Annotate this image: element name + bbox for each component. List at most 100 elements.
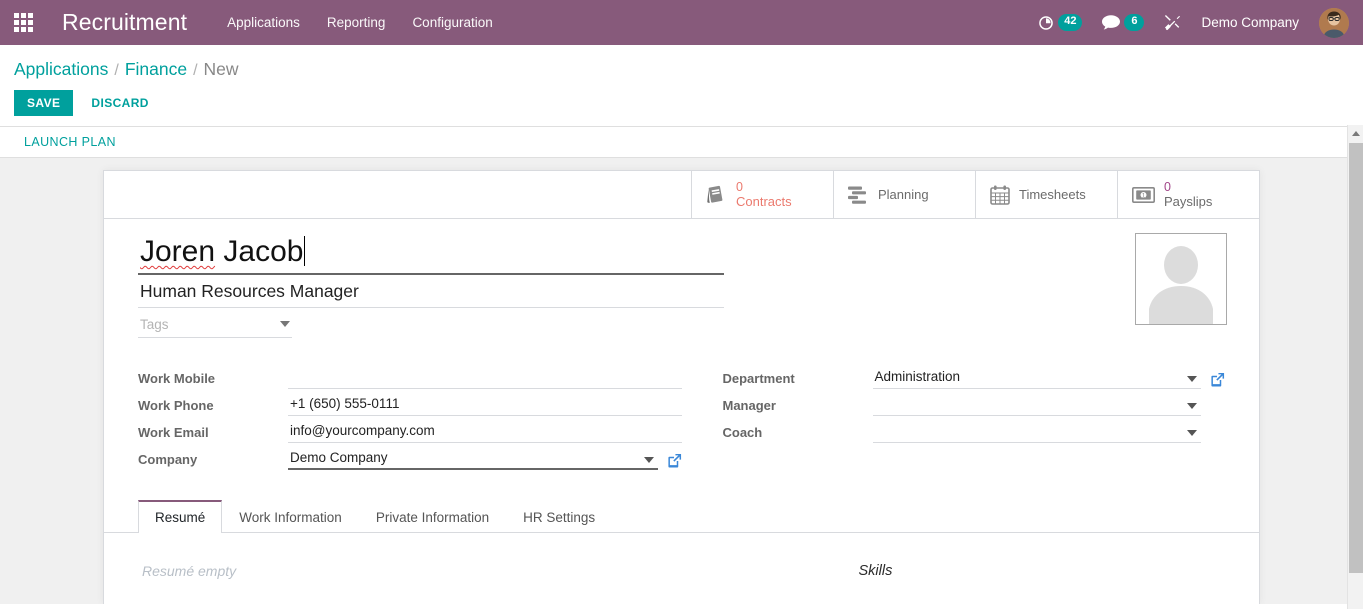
- field-manager: Manager: [723, 389, 1226, 416]
- grid-apps-icon: [13, 13, 33, 32]
- field-work-phone: Work Phone +1 (650) 555-0111: [138, 389, 682, 416]
- scrollbar-track[interactable]: [1347, 125, 1363, 609]
- tags-input[interactable]: Tags: [138, 311, 292, 338]
- breadcrumb-separator-1: /: [114, 62, 119, 79]
- resume-empty-text: Resumé empty: [142, 562, 237, 579]
- debug-menu[interactable]: [1164, 14, 1181, 31]
- chevron-up-icon: [1351, 130, 1360, 136]
- job-title-input[interactable]: Human Resources Manager: [138, 275, 724, 308]
- field-column-left: Work Mobile Work Phone +1 (650) 555-0111…: [138, 362, 682, 470]
- activity-count-badge: 42: [1058, 14, 1083, 31]
- clock-icon: [1039, 15, 1054, 30]
- record-title-block: Joren Jacob Human Resources Manager Tags: [138, 235, 1225, 338]
- field-control-company: Demo Company: [288, 450, 682, 470]
- calendar-icon: [990, 185, 1010, 205]
- chevron-down-icon: [280, 321, 290, 328]
- breadcrumb-current: New: [203, 59, 239, 79]
- breadcrumb-applications[interactable]: Applications: [14, 59, 108, 80]
- tags-placeholder: Tags: [140, 316, 169, 332]
- timesheets-label: Timesheets: [1019, 187, 1086, 203]
- employee-name-input[interactable]: Joren Jacob: [138, 235, 724, 275]
- planning-label: Planning: [878, 187, 929, 203]
- external-link-icon[interactable]: [1210, 372, 1225, 387]
- sheet-body: Joren Jacob Human Resources Manager Tags…: [104, 219, 1259, 579]
- smart-button-payslips-text: 0 Payslips: [1164, 180, 1212, 210]
- employee-name-first: Joren: [140, 235, 216, 269]
- field-control-department: Administration: [872, 369, 1226, 389]
- scrollbar-thumb[interactable]: [1349, 143, 1363, 573]
- book-icon: [707, 185, 723, 203]
- field-department: Department Administration: [723, 362, 1226, 389]
- field-label-coach: Coach: [722, 424, 763, 440]
- field-label-work-mobile: Work Mobile: [138, 370, 216, 386]
- work-mobile-input[interactable]: [288, 384, 682, 389]
- save-button[interactable]: SAVE: [14, 90, 74, 117]
- smart-button-contracts[interactable]: 0 Contracts: [691, 171, 833, 219]
- text-cursor: [304, 236, 306, 267]
- payslips-count: 0: [1164, 179, 1171, 194]
- coach-input[interactable]: [872, 438, 1201, 443]
- field-label-manager: Manager: [722, 397, 776, 413]
- menu-item-applications[interactable]: Applications: [227, 12, 300, 33]
- vertical-scrollbar[interactable]: [1346, 125, 1363, 609]
- chat-bubble-icon: [1102, 15, 1121, 30]
- tools-icon: [1165, 15, 1181, 31]
- field-control-coach: [872, 426, 1226, 443]
- user-avatar[interactable]: [1319, 7, 1349, 38]
- menu-item-configuration[interactable]: Configuration: [412, 12, 492, 33]
- field-company: Company Demo Company: [138, 443, 682, 470]
- tab-hr-settings[interactable]: HR Settings: [506, 500, 612, 533]
- notebook-page-resume: Resumé empty Skills: [138, 533, 1225, 579]
- messaging-menu[interactable]: 6: [1102, 14, 1145, 31]
- smart-button-planning[interactable]: Planning: [833, 171, 975, 219]
- launch-plan-button[interactable]: LAUNCH PLAN: [24, 135, 116, 149]
- tab-resume[interactable]: Resumé: [138, 499, 223, 533]
- company-input[interactable]: Demo Company: [288, 450, 658, 470]
- discard-button[interactable]: DISCARD: [85, 90, 154, 116]
- activity-menu[interactable]: 42: [1038, 14, 1083, 31]
- company-switcher[interactable]: Demo Company: [1201, 15, 1299, 30]
- work-email-input[interactable]: info@yourcompany.com: [288, 423, 682, 443]
- manager-input[interactable]: [872, 411, 1201, 416]
- breadcrumb-finance[interactable]: Finance: [125, 59, 187, 80]
- field-label-work-phone: Work Phone: [138, 397, 214, 413]
- field-control-work-phone: +1 (650) 555-0111: [288, 396, 682, 416]
- payslips-label: Payslips: [1164, 194, 1213, 210]
- smart-button-payslips[interactable]: 1 0 Payslips: [1117, 171, 1259, 219]
- form-sheet: 0 Contracts Planning Timesheets 1 0 Pays…: [103, 170, 1260, 605]
- contracts-count: 0: [736, 179, 743, 194]
- external-link-icon[interactable]: [667, 453, 682, 468]
- smart-button-timesheets-text: Timesheets: [1019, 187, 1086, 202]
- form-scroll-area: 0 Contracts Planning Timesheets 1 0 Pays…: [0, 158, 1363, 605]
- field-column-right: Department Administration Manager Coach: [682, 362, 1226, 470]
- notebook: Resumé Work Information Private Informat…: [104, 499, 1259, 579]
- scroll-up-button[interactable]: [1348, 125, 1363, 141]
- statusbar: LAUNCH PLAN: [0, 126, 1363, 159]
- top-navbar: Recruitment Applications Reporting Confi…: [0, 0, 1363, 45]
- avatar-image: [1319, 7, 1349, 38]
- employee-name-rest: Jacob: [215, 235, 304, 269]
- field-label-department: Department: [722, 370, 795, 386]
- chevron-down-icon: [1187, 402, 1197, 409]
- message-count-badge: 6: [1124, 14, 1145, 31]
- smart-button-bar: 0 Contracts Planning Timesheets 1 0 Pays…: [104, 171, 1259, 220]
- smart-button-planning-text: Planning: [878, 187, 929, 202]
- money-icon: 1: [1132, 186, 1155, 203]
- contracts-label: Contracts: [736, 194, 792, 210]
- menu-item-reporting[interactable]: Reporting: [327, 12, 386, 33]
- app-brand-title[interactable]: Recruitment: [62, 9, 187, 36]
- control-panel: Applications / Finance / New SAVE DISCAR…: [0, 45, 1363, 159]
- field-control-work-email: info@yourcompany.com: [288, 423, 682, 443]
- tab-private-information[interactable]: Private Information: [359, 500, 506, 533]
- field-label-work-email: Work Email: [138, 424, 209, 440]
- notebook-tabs: Resumé Work Information Private Informat…: [104, 499, 1259, 533]
- department-input[interactable]: Administration: [872, 369, 1201, 389]
- skills-title: Skills: [858, 562, 893, 579]
- chevron-down-icon: [1187, 429, 1197, 436]
- smart-button-timesheets[interactable]: Timesheets: [975, 171, 1117, 219]
- work-phone-input[interactable]: +1 (650) 555-0111: [288, 396, 682, 416]
- smart-button-contracts-text: 0 Contracts: [736, 180, 792, 210]
- apps-menu-toggle[interactable]: [0, 0, 46, 45]
- tab-work-information[interactable]: Work Information: [222, 500, 359, 533]
